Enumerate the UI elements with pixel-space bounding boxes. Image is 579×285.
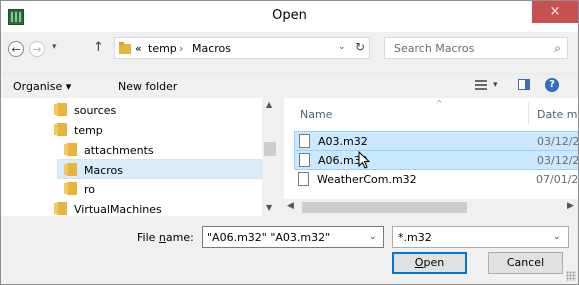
- chevron-down-icon[interactable]: ⌄: [369, 232, 377, 242]
- tree-item-label: sources: [74, 104, 117, 117]
- breadcrumb-overflow[interactable]: «: [135, 42, 142, 55]
- search-box[interactable]: Search Macros ⌕: [384, 37, 568, 59]
- folder-icon: [54, 202, 67, 215]
- close-button[interactable]: ×: [532, 1, 578, 23]
- breadcrumb-macros[interactable]: Macros: [192, 42, 231, 55]
- tree-item-label: attachments: [84, 144, 154, 157]
- cancel-button[interactable]: Cancel: [488, 252, 563, 274]
- mouse-cursor-icon: [358, 151, 370, 169]
- search-icon[interactable]: ⌕: [554, 41, 561, 56]
- file-list-horizontal-scrollbar[interactable]: ◀ ▶: [284, 199, 578, 216]
- title-bar: Open ×: [1, 1, 578, 32]
- help-icon[interactable]: ?: [545, 78, 559, 92]
- tree-item-label: ro: [84, 183, 96, 196]
- tree-item-label: VirtualMachines: [74, 203, 162, 216]
- new-folder-button[interactable]: New folder: [118, 80, 177, 93]
- window-title: Open: [272, 8, 307, 23]
- chevron-down-icon[interactable]: ⌄: [553, 232, 561, 242]
- file-icon: [299, 153, 310, 167]
- file-type-filter[interactable]: *.m32 ⌄: [392, 226, 569, 248]
- column-header-name[interactable]: Name: [300, 108, 332, 121]
- folder-icon: [64, 182, 77, 195]
- folder-icon: [54, 123, 67, 136]
- command-toolbar: Organise ▾ New folder: [1, 73, 578, 99]
- scroll-thumb[interactable]: [302, 202, 467, 213]
- file-row-a06[interactable]: A06.m32 03/12/20: [294, 150, 578, 170]
- file-type-value: *.m32: [398, 231, 432, 244]
- open-button[interactable]: Open: [392, 252, 467, 274]
- search-placeholder: Search Macros: [394, 42, 475, 55]
- forward-button[interactable]: →: [29, 41, 45, 57]
- tree-item-attachments[interactable]: attachments: [1, 140, 259, 160]
- organise-menu[interactable]: Organise ▾: [13, 80, 71, 93]
- tree-item-label: Macros: [84, 164, 124, 177]
- tree-item-label: temp: [74, 124, 103, 137]
- column-header-date-modified[interactable]: Date mo: [537, 108, 578, 121]
- file-icon: [299, 134, 310, 148]
- scroll-right-icon[interactable]: ▶: [567, 201, 574, 211]
- refresh-icon[interactable]: ↻: [355, 40, 365, 54]
- file-name-value: "A06.m32" "A03.m32": [207, 231, 331, 244]
- resize-grip-icon[interactable]: [566, 271, 576, 281]
- file-name-label: File name:: [137, 231, 194, 244]
- folder-icon: [64, 143, 77, 156]
- file-name-input[interactable]: "A06.m32" "A03.m32" ⌄: [202, 226, 384, 248]
- tree-item-sources[interactable]: sources: [1, 100, 259, 120]
- back-button[interactable]: ←: [8, 41, 24, 57]
- file-icon: [298, 172, 309, 186]
- file-date: 03/12/20: [537, 135, 578, 148]
- tree-item-temp[interactable]: temp: [1, 120, 259, 140]
- recent-locations-dropdown[interactable]: ▾: [52, 42, 57, 52]
- scroll-up-icon[interactable]: ▲: [266, 100, 272, 109]
- open-dialog: Open × ← → ▾ ↑ « temp › Macros ⌄ ↻ Searc…: [0, 0, 579, 285]
- breadcrumb-separator: ›: [179, 42, 184, 55]
- file-row-weathercom[interactable]: WeatherCom.m32 07/01/20: [294, 170, 578, 190]
- address-dropdown-icon[interactable]: ⌄: [338, 42, 346, 52]
- breadcrumb-temp[interactable]: temp: [148, 42, 177, 55]
- tree-item-macros[interactable]: Macros: [57, 159, 262, 179]
- preview-pane-icon[interactable]: [518, 79, 530, 90]
- navigation-vertical-scrollbar[interactable]: ▲ ▼: [262, 98, 278, 216]
- navigation-pane: sources temp attachments Macros ro Virtu…: [1, 98, 278, 216]
- scroll-left-icon[interactable]: ◀: [287, 201, 294, 211]
- sort-ascending-icon: ^: [436, 99, 443, 108]
- up-button[interactable]: ↑: [93, 40, 104, 55]
- change-view-icon[interactable]: [475, 80, 487, 90]
- tree-item-ro[interactable]: ro: [1, 179, 259, 199]
- column-divider[interactable]: [528, 102, 529, 124]
- file-date: 07/01/20: [536, 173, 578, 186]
- folder-icon: [64, 163, 77, 176]
- file-name: WeatherCom.m32: [317, 173, 417, 186]
- folder-icon: [119, 42, 131, 54]
- nav-collapse-icon[interactable]: ⌄: [264, 200, 272, 210]
- address-bar[interactable]: « temp › Macros ⌄ ↻: [114, 37, 370, 59]
- view-options-dropdown[interactable]: ▾: [493, 80, 498, 90]
- folder-icon: [54, 103, 67, 116]
- file-date: 03/12/20: [537, 154, 578, 167]
- file-row-a03[interactable]: A03.m32 03/12/20: [294, 131, 578, 151]
- tree-item-virtualmachines[interactable]: VirtualMachines: [1, 199, 259, 216]
- scroll-thumb[interactable]: [264, 142, 276, 156]
- file-name: A03.m32: [318, 135, 368, 148]
